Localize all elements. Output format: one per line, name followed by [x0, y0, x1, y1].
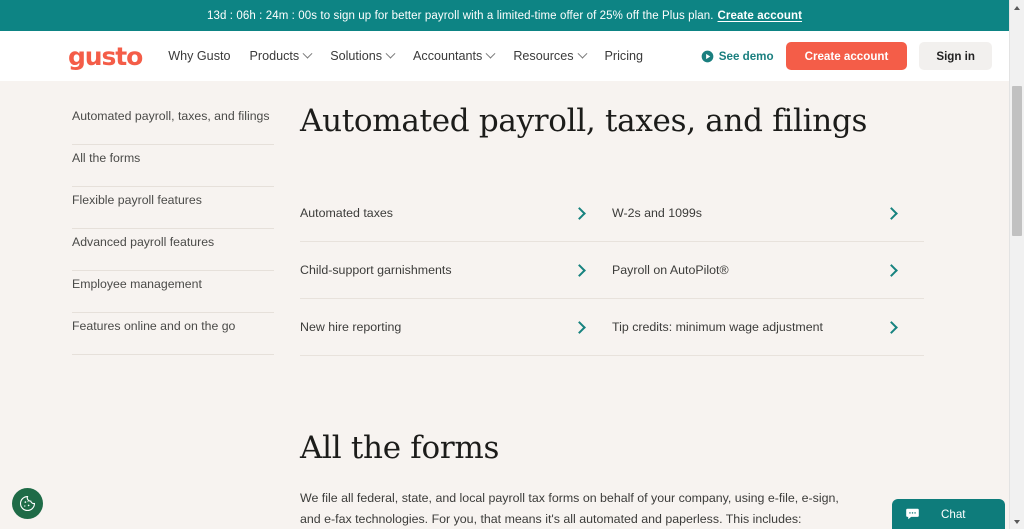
play-circle-icon — [701, 50, 714, 62]
feature-link-automated-taxes[interactable]: Automated taxes — [300, 185, 612, 242]
nav-label: Why Gusto — [168, 49, 231, 63]
chevron-right-icon — [885, 320, 898, 334]
feature-link-payroll-autopilot[interactable]: Payroll on AutoPilot® — [612, 242, 924, 299]
nav-item-pricing[interactable]: Pricing — [605, 49, 644, 63]
chevron-down-icon — [302, 48, 313, 59]
sidebar-item-label: Advanced payroll features — [72, 235, 215, 250]
sidebar-item-automated-payroll[interactable]: Automated payroll, taxes, and filings — [72, 103, 274, 145]
nav-item-accountants[interactable]: Accountants — [413, 48, 496, 63]
sidebar-item-label: Employee management — [72, 277, 202, 292]
feature-link-label: Tip credits: minimum wage adjustment — [612, 320, 823, 334]
main-navigation: Why Gusto Products Solutions Accountants… — [168, 48, 644, 63]
feature-link-tip-credits[interactable]: Tip credits: minimum wage adjustment — [612, 299, 924, 356]
gusto-logo[interactable]: gusto — [68, 44, 143, 69]
vertical-scrollbar[interactable] — [1009, 0, 1024, 529]
nav-label: Resources — [513, 49, 574, 63]
scrollbar-down-arrow[interactable] — [1010, 514, 1024, 529]
see-demo-link[interactable]: See demo — [701, 50, 774, 63]
chevron-down-icon — [485, 48, 496, 59]
sidebar-item-features-online[interactable]: Features online and on the go — [72, 313, 274, 355]
nav-item-why-gusto[interactable]: Why Gusto — [168, 49, 230, 63]
feature-link-label: New hire reporting — [300, 320, 402, 334]
feature-link-label: W-2s and 1099s — [612, 206, 703, 220]
sidebar-item-employee-management[interactable]: Employee management — [72, 271, 274, 313]
sidebar-item-label: Automated payroll, taxes, and filings — [72, 109, 270, 124]
chevron-right-icon — [573, 206, 586, 220]
cookie-icon — [19, 495, 36, 512]
feature-link-new-hire-reporting[interactable]: New hire reporting — [300, 299, 612, 356]
sidebar-item-flexible-payroll-features[interactable]: Flexible payroll features — [72, 187, 274, 229]
all-the-forms-title: All the forms — [300, 430, 500, 466]
sidebar-item-advanced-payroll-features[interactable]: Advanced payroll features — [72, 229, 274, 271]
promo-banner-text: 13d : 06h : 24m : 00s to sign up for bet… — [206, 9, 714, 22]
nav-item-solutions[interactable]: Solutions — [330, 48, 396, 63]
triangle-up-icon — [1014, 5, 1020, 10]
feature-link-w2s-1099s[interactable]: W-2s and 1099s — [612, 185, 924, 242]
feature-link-child-support-garnishments[interactable]: Child-support garnishments — [300, 242, 612, 299]
cookie-consent-button[interactable] — [12, 488, 43, 519]
chat-bubble-icon — [906, 508, 919, 519]
scrollbar-thumb[interactable] — [1012, 86, 1022, 236]
sidebar-item-label: Features online and on the go — [72, 319, 236, 334]
page-body: Automated payroll, taxes, and filings Al… — [0, 81, 1009, 529]
chevron-right-icon — [885, 206, 898, 220]
chevron-right-icon — [573, 320, 586, 334]
all-the-forms-paragraph: We file all federal, state, and local pa… — [300, 491, 839, 527]
sidebar-item-label: Flexible payroll features — [72, 193, 202, 208]
chevron-right-icon — [885, 263, 898, 277]
page-title: Automated payroll, taxes, and filings — [300, 103, 868, 139]
sidebar-item-label: All the forms — [72, 151, 141, 166]
triangle-down-icon — [1014, 519, 1020, 524]
sidebar-item-all-the-forms[interactable]: All the forms — [72, 145, 274, 187]
chat-widget-button[interactable]: Chat — [892, 499, 1005, 529]
chevron-down-icon — [385, 48, 396, 59]
main-content: Automated payroll, taxes, and filings Au… — [300, 103, 1009, 529]
sign-in-button[interactable]: Sign in — [919, 42, 992, 70]
nav-item-products[interactable]: Products — [249, 48, 313, 63]
feature-link-label: Child-support garnishments — [300, 263, 452, 277]
nav-item-resources[interactable]: Resources — [513, 48, 587, 63]
header-actions: See demo Create account Sign in — [701, 31, 992, 81]
feature-link-grid: Automated taxes W-2s and 1099s Child-sup… — [300, 185, 1009, 356]
nav-label: Products — [249, 49, 300, 63]
site-header: gusto Why Gusto Products Solutions Accou… — [0, 31, 1009, 81]
nav-label: Pricing — [604, 49, 644, 63]
see-demo-label: See demo — [718, 49, 774, 63]
chat-widget-label: Chat — [941, 507, 966, 521]
create-account-button[interactable]: Create account — [785, 42, 908, 70]
browser-viewport: 13d : 06h : 24m : 00s to sign up for bet… — [0, 0, 1009, 529]
nav-label: Accountants — [413, 49, 483, 63]
chevron-right-icon — [573, 263, 586, 277]
feature-link-label: Payroll on AutoPilot® — [612, 263, 729, 277]
chevron-down-icon — [577, 48, 587, 59]
nav-label: Solutions — [330, 49, 383, 63]
promo-create-account-link[interactable]: Create account — [718, 10, 802, 22]
scrollbar-up-arrow[interactable] — [1010, 0, 1024, 15]
feature-link-label: Automated taxes — [300, 206, 393, 220]
section-sidebar: Automated payroll, taxes, and filings Al… — [0, 103, 300, 529]
promo-banner: 13d : 06h : 24m : 00s to sign up for bet… — [0, 0, 1009, 31]
